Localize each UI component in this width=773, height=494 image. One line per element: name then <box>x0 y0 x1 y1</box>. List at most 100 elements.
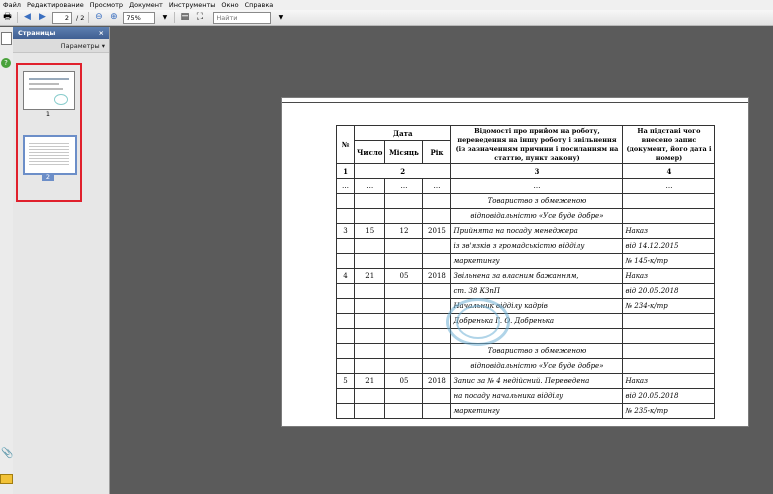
table-cell <box>353 328 386 344</box>
table-cell <box>384 298 424 314</box>
zoom-input[interactable] <box>123 11 156 24</box>
table-cell <box>384 283 424 299</box>
help-icon[interactable]: ? <box>1 58 11 68</box>
options-button[interactable]: Параметры ▾ <box>61 42 105 50</box>
employment-record-table: № Дата Відомості про прийом на роботу, п… <box>336 125 716 419</box>
table-cell: від 20.05.2018 <box>622 283 716 299</box>
page-number-input[interactable] <box>52 11 72 24</box>
document-page: № Дата Відомості про прийом на роботу, п… <box>281 97 749 427</box>
zoom-out-icon[interactable]: ⊖ <box>93 12 104 23</box>
table-cell <box>353 313 386 329</box>
table-cell: 21 <box>353 268 386 284</box>
page-total: / 2 <box>76 13 85 22</box>
table-cell <box>422 328 452 344</box>
table-cell <box>353 358 386 374</box>
chevron-down-icon[interactable]: ▼ <box>275 12 286 23</box>
page-thumbnail-1[interactable] <box>23 71 75 110</box>
table-cell <box>336 208 355 224</box>
header-basis: На підставі чого внесено запис (документ… <box>622 125 716 164</box>
table-row: Начальник відділу кадрів № 234-к/тр <box>336 298 716 314</box>
attachment-icon[interactable]: 📎 <box>1 448 13 459</box>
table-cell <box>622 358 716 374</box>
page-thumbnail-2[interactable] <box>23 135 77 175</box>
table-row: Добренька Г. О. Добренька <box>336 313 716 329</box>
menu-window[interactable]: Окно <box>218 0 241 10</box>
table-cell: 5 <box>336 373 355 389</box>
next-page-icon[interactable]: ▶ <box>37 12 48 23</box>
table-cell: відповідальністю «Усе буде добре» <box>450 358 624 374</box>
menu-file[interactable]: Файл <box>0 0 24 10</box>
table-row-ellipsis: … … … … … … <box>336 178 716 194</box>
table-cell <box>353 238 386 254</box>
table-row: відповідальністю «Усе буде добре» <box>336 208 716 224</box>
header-info: Відомості про прийом на роботу, переведе… <box>450 125 624 164</box>
fit-page-icon[interactable]: ▤ <box>179 12 190 23</box>
table-cell: Запис за № 4 недійсний. Переведена <box>450 373 624 389</box>
table-cell <box>336 388 355 404</box>
previous-page-icon[interactable]: ◀ <box>22 12 33 23</box>
menu-view[interactable]: Просмотр <box>87 0 126 10</box>
table-cell: ст. 38 КЗпП <box>450 283 624 299</box>
print-icon[interactable]: 🖶 <box>2 12 13 23</box>
fit-width-icon[interactable]: ⛶ <box>194 12 205 23</box>
table-column-numbers-row: 1 2 3 4 <box>336 163 716 179</box>
table-row: на посаду начальника відділу від 20.05.20… <box>336 388 716 404</box>
table-cell <box>336 313 355 329</box>
table-cell <box>384 358 424 374</box>
toolbar-separator <box>174 12 176 23</box>
table-body: Товариство з обмеженою відповідальністю «… <box>336 193 716 419</box>
header-year: Рік <box>422 140 452 164</box>
menu-tools[interactable]: Инструменты <box>166 0 219 10</box>
chevron-down-icon[interactable]: ▼ <box>159 12 170 23</box>
header-num: № <box>336 125 355 164</box>
table-cell: Прийнята на посаду менеджера <box>450 223 624 239</box>
table-cell <box>336 193 355 209</box>
header-month: Місяць <box>384 140 424 164</box>
table-cell <box>422 358 452 374</box>
table-cell <box>422 193 452 209</box>
table-cell <box>336 253 355 269</box>
table-cell: … <box>353 178 386 194</box>
table-cell: 12 <box>384 223 424 239</box>
table-cell <box>336 328 355 344</box>
table-cell <box>422 238 452 254</box>
table-cell: маркетингу <box>450 403 624 419</box>
table-cell <box>384 343 424 359</box>
search-input[interactable] <box>213 11 272 24</box>
table-cell: 21 <box>353 373 386 389</box>
pages-panel-header: Страницы × <box>13 27 109 39</box>
pages-icon[interactable] <box>1 32 12 45</box>
table-cell <box>422 253 452 269</box>
table-row <box>336 328 716 344</box>
table-cell: № 235-к/тр <box>622 403 716 419</box>
toolbar: 🖶 ◀ ▶ / 2 ⊖ ⊕ ▼ ▤ ⛶ ▼ <box>0 10 773 26</box>
table-cell <box>336 403 355 419</box>
page-thumbnail-label-1: 1 <box>45 110 51 118</box>
table-row: маркетингу № 145-к/тр <box>336 253 716 269</box>
table-cell <box>353 193 386 209</box>
table-row: 3 15 12 2015 Прийнята на посаду менеджера Нак… <box>336 223 716 239</box>
comments-icon[interactable] <box>0 474 13 484</box>
table-cell: 05 <box>384 268 424 284</box>
table-cell: відповідальністю «Усе буде добре» <box>450 208 624 224</box>
table-cell <box>422 208 452 224</box>
table-cell <box>384 208 424 224</box>
pages-panel: Страницы × Параметры ▾ 1 2 <box>13 27 110 494</box>
table-cell: 2018 <box>422 373 452 389</box>
table-cell <box>384 388 424 404</box>
table-cell: Наказ <box>622 223 716 239</box>
navigation-strip: ? 📎 <box>0 27 14 494</box>
table-cell <box>353 388 386 404</box>
menu-edit[interactable]: Редактирование <box>24 0 87 10</box>
table-cell <box>422 388 452 404</box>
colnum-2: 2 <box>353 163 452 179</box>
table-cell <box>622 313 716 329</box>
zoom-in-icon[interactable]: ⊕ <box>108 12 119 23</box>
close-icon[interactable]: × <box>99 29 104 37</box>
menu-document[interactable]: Документ <box>126 0 166 10</box>
table-cell <box>384 238 424 254</box>
table-cell <box>336 298 355 314</box>
table-cell: на посаду начальника відділу <box>450 388 624 404</box>
table-row: Товариство з обмеженою <box>336 193 716 209</box>
menu-help[interactable]: Справка <box>242 0 277 10</box>
